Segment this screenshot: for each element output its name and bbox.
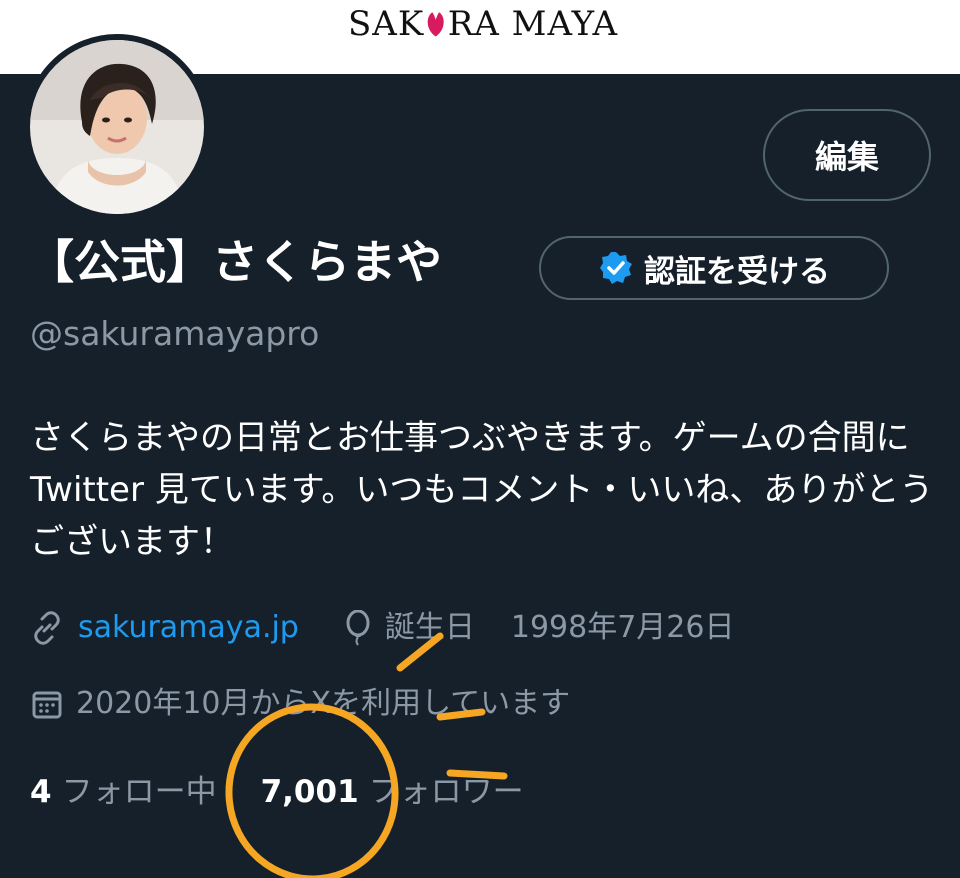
edit-profile-label: 編集 [814,138,879,176]
logo-text-left: SAK [348,4,425,44]
avatar-photo [30,40,204,214]
followers-count[interactable]: 7,001 [261,770,359,814]
verified-badge-icon [600,252,632,284]
calendar-icon [32,691,62,719]
profile-bio: さくらまやの日常とお仕事つぶやきます。ゲームの合間に Twitter 見ています… [30,418,934,562]
profile-meta-row: sakuramaya.jp 誕生日 1998年7月26日 [30,608,734,648]
birthday-label: 誕生日 [384,610,475,645]
get-verified-button[interactable]: 認証を受ける [539,236,889,300]
sakura-maya-logo: SAK RA MAYA [348,4,618,44]
petal-icon [427,12,444,37]
following-count[interactable]: 4 [30,770,52,814]
avatar[interactable] [24,34,210,220]
birthday-value: 1998年7月26日 [510,610,735,645]
edit-profile-button[interactable]: 編集 [763,109,931,201]
follow-stats: 4 フォロー中 7,001 フォロワー [30,770,524,814]
user-handle: @sakuramayapro [30,314,320,353]
joined-row: 2020年10月からXを利用しています [30,684,570,724]
display-name: 【公式】さくらまや [28,235,442,289]
link-icon [34,611,60,645]
logo-text-right: RA MAYA [447,4,618,44]
followers-label[interactable]: フォロワー [369,770,524,814]
balloon-icon [346,610,370,646]
website-link[interactable]: sakuramaya.jp [78,608,299,648]
following-label[interactable]: フォロー中 [62,770,217,814]
joined-date: 2020年10月からXを利用しています [76,686,571,721]
get-verified-label: 認証を受ける [644,253,830,290]
